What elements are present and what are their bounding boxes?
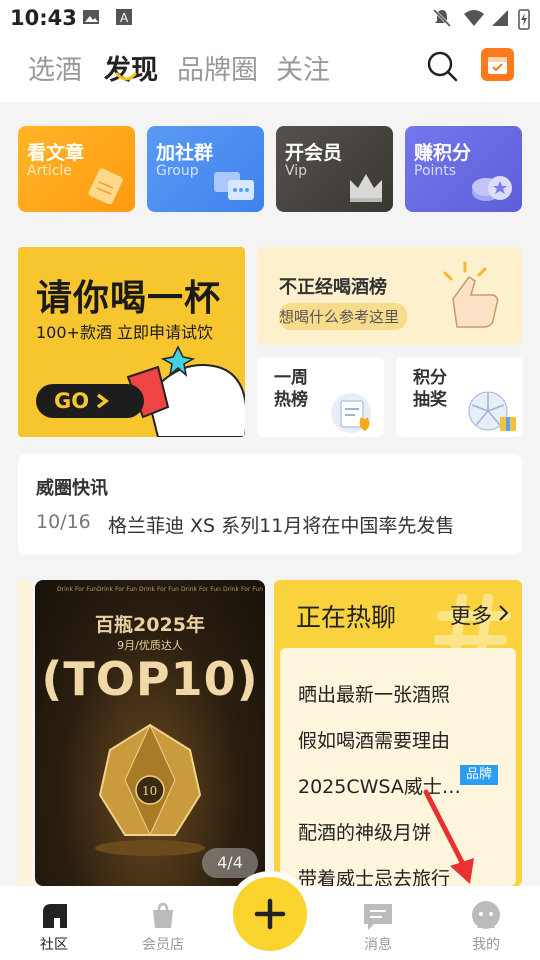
poster-tagline: Drink For Fun	[57, 586, 97, 593]
font-icon: A	[116, 9, 132, 25]
mute-bell-icon	[432, 8, 452, 28]
nav-label: 消息	[364, 937, 392, 953]
shopping-bag-icon	[153, 902, 173, 928]
ranking-title: 不正经喝酒榜	[279, 277, 387, 298]
chat-icon	[214, 172, 254, 200]
signal-icon	[492, 10, 508, 26]
chevron-right-icon[interactable]	[498, 604, 510, 622]
status-time: 10:43	[10, 6, 77, 30]
points-lottery-card[interactable]: 积分抽奖	[396, 357, 523, 437]
thumbs-up-icon	[443, 261, 499, 328]
plus-icon	[254, 898, 286, 930]
carousel-poster[interactable]: Drink For Fun Drink For Fun Drink For Fu…	[35, 580, 265, 886]
quick-card-group[interactable]: 加社群 Group	[147, 126, 264, 212]
post-add-button[interactable]	[233, 877, 307, 951]
trophy-crystal-icon: 10	[95, 723, 205, 856]
tab-select-liquor[interactable]: 选酒	[28, 48, 82, 87]
list-item[interactable]: 晒出最新一张酒照	[298, 680, 450, 707]
quick-card-title: 赚积分	[414, 142, 472, 164]
weekly-hot-list-card[interactable]: 一周热榜	[257, 357, 384, 437]
svg-text:10: 10	[142, 784, 157, 798]
chevron-right-icon	[96, 393, 109, 409]
article-icon	[88, 168, 123, 204]
drinking-ranking-card[interactable]: 不正经喝酒榜 想喝什么参考这里	[257, 247, 522, 345]
nav-label: 社区	[40, 937, 68, 953]
news-headline[interactable]: 格兰菲迪 XS 系列11月将在中国率先发售	[108, 511, 454, 538]
list-item[interactable]: 假如喝酒需要理由	[298, 726, 450, 753]
quick-card-subtitle: Points	[414, 163, 457, 179]
crown-icon	[350, 174, 382, 202]
promo-go-button[interactable]: GO	[36, 384, 144, 418]
quick-card-subtitle: Group	[156, 163, 199, 179]
calendar-checkin-icon[interactable]	[481, 48, 514, 81]
quick-card-title: 加社群	[156, 142, 214, 164]
points-lottery-title: 积分抽奖	[413, 368, 447, 410]
poster-tagline: Drink For Fun	[97, 586, 137, 593]
quick-card-points[interactable]: 赚积分 Points	[405, 126, 522, 212]
nav-label: 会员店	[142, 937, 184, 953]
community-home-icon	[43, 904, 67, 928]
quick-card-title: 看文章	[27, 142, 85, 164]
promo-banner-tasting[interactable]: 请你喝一杯 100+款酒 立即申请试饮 GO	[18, 247, 245, 437]
quick-card-title: 开会员	[285, 142, 343, 164]
tab-brand-circle[interactable]: 品牌圈	[177, 48, 258, 87]
profile-icon	[472, 901, 500, 929]
quick-card-subtitle: Vip	[285, 163, 308, 179]
go-label: GO	[54, 389, 90, 413]
previous-slide-peek	[18, 580, 32, 886]
active-tab-indicator	[115, 72, 137, 81]
brand-badge: 品牌	[460, 765, 498, 785]
wifi-icon	[464, 10, 484, 26]
quick-card-article[interactable]: 看文章 Article	[18, 126, 135, 212]
list-item[interactable]: 配酒的神级月饼	[298, 818, 431, 845]
poster-tagline: Drink For Fun	[181, 586, 221, 593]
battery-icon	[518, 9, 530, 30]
quick-card-vip[interactable]: 开会员 Vip	[276, 126, 393, 212]
coin-icon	[472, 176, 512, 201]
lottery-wheel-icon	[468, 391, 516, 431]
poster-tagline: Drink For Fun	[139, 586, 179, 593]
nav-label: 我的	[472, 937, 500, 953]
message-icon	[364, 904, 392, 930]
status-bar: 10:43 A	[0, 0, 540, 36]
promo-headline: 请你喝一杯	[36, 278, 222, 319]
red-arrow-annotation	[423, 789, 474, 884]
poster-subtitle: 9月/优质达人	[117, 639, 183, 652]
ranking-subtitle: 想喝什么参考这里	[279, 303, 408, 330]
hot-topics-more-link[interactable]: 更多	[450, 600, 492, 630]
search-icon[interactable]	[426, 50, 458, 82]
poster-tagline: Drink For Fun	[223, 586, 263, 593]
carousel-page-counter: 4/4	[202, 848, 258, 878]
promo-subtitle: 100+款酒 立即申请试饮	[36, 323, 214, 342]
poster-top10: (TOP10)	[41, 652, 259, 706]
news-heading: 威圈快讯	[36, 478, 108, 499]
news-flash-card[interactable]: 威圈快讯 10/16 格兰菲迪 XS 系列11月将在中国率先发售	[18, 454, 522, 555]
hot-topics-title: 正在热聊	[296, 603, 397, 632]
quick-card-subtitle: Article	[27, 163, 72, 179]
tab-follow[interactable]: 关注	[276, 48, 330, 87]
hot-list-icon	[331, 393, 371, 433]
gallery-icon	[83, 10, 99, 24]
weekly-hot-title: 一周热榜	[274, 368, 308, 410]
news-date: 10/16	[36, 511, 91, 533]
svg-text:A: A	[120, 11, 129, 25]
poster-title: 百瓶2025年	[95, 614, 205, 636]
top-tabs: 选酒 发现 品牌圈 关注	[0, 36, 540, 102]
